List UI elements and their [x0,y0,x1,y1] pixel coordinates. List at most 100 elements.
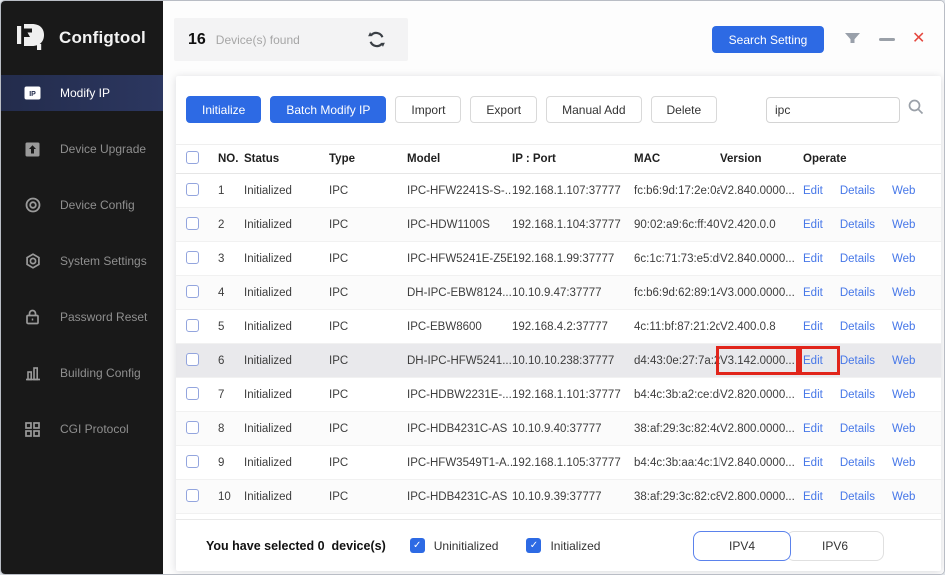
ipv6-tab[interactable]: IPV6 [786,531,884,561]
row-checkbox[interactable] [186,183,199,196]
batch-modify-ip-button[interactable]: Batch Modify IP [270,96,386,123]
edit-link[interactable]: Edit [803,219,823,231]
sidebar-item-label: Device Upgrade [60,142,146,156]
web-link[interactable]: Web [892,287,915,299]
details-link[interactable]: Details [840,457,875,469]
edit-link[interactable]: Edit [803,355,823,367]
sidebar-item-password-reset[interactable]: Password Reset [1,299,163,335]
app-logo-row: Configtool [1,1,163,75]
row-mac: b4:4c:3b:a2:ce:dd [634,389,720,401]
row-status: Initialized [244,355,329,367]
web-link[interactable]: Web [892,389,915,401]
search-setting-button[interactable]: Search Setting [712,26,824,53]
row-model: IPC-HDB4231C-AS [407,491,512,503]
table-row[interactable]: 6 Initialized IPC DH-IPC-HFW5241... 10.1… [176,344,941,378]
row-number: 10 [209,491,244,503]
row-status: Initialized [244,253,329,265]
initialized-checkbox[interactable]: ✓ [526,538,541,553]
row-version: V2.820.0000... [720,389,798,401]
row-type: IPC [329,287,407,299]
sidebar-item-label: CGI Protocol [60,422,129,436]
details-link[interactable]: Details [840,219,875,231]
edit-link[interactable]: Edit [803,389,823,401]
minimize-icon[interactable] [879,38,895,41]
edit-link[interactable]: Edit [803,457,823,469]
initialize-button[interactable]: Initialize [186,96,261,123]
close-icon[interactable]: ✕ [912,28,925,48]
row-checkbox[interactable] [186,319,199,332]
row-version: V2.840.0000... [720,457,798,469]
table-row[interactable]: 3 Initialized IPC IPC-HFW5241E-Z5E 192.1… [176,242,941,276]
web-link[interactable]: Web [892,253,915,265]
web-link[interactable]: Web [892,321,915,333]
row-checkbox[interactable] [186,251,199,264]
uninitialized-checkbox[interactable]: ✓ [410,538,425,553]
password-reset-lock-icon [24,309,41,326]
row-checkbox[interactable] [186,387,199,400]
import-button[interactable]: Import [395,96,461,123]
select-all-checkbox[interactable] [186,151,199,164]
filter-dropdown-icon[interactable] [844,32,861,50]
row-mac: fc:b6:9d:62:89:14 [634,287,720,299]
row-mac: 38:af:29:3c:82:4d [634,423,720,435]
sidebar-item-system-settings[interactable]: System Settings [1,243,163,279]
web-link[interactable]: Web [892,219,915,231]
web-link[interactable]: Web [892,491,915,503]
details-link[interactable]: Details [840,253,875,265]
sidebar-item-cgi-protocol[interactable]: CGI Protocol [1,411,163,447]
table-row[interactable]: 7 Initialized IPC IPC-HDBW2231E-... 192.… [176,378,941,412]
sidebar-item-building-config[interactable]: Building Config [1,355,163,391]
row-version: V2.840.0000... [720,253,798,265]
export-button[interactable]: Export [470,96,537,123]
row-checkbox[interactable] [186,455,199,468]
row-ip-port: 192.168.1.101:37777 [512,389,634,401]
row-checkbox[interactable] [186,421,199,434]
edit-link[interactable]: Edit [803,423,823,435]
details-link[interactable]: Details [840,423,875,435]
table-row[interactable]: 9 Initialized IPC IPC-HFW3549T1-A... 192… [176,446,941,480]
row-type: IPC [329,389,407,401]
table-row[interactable]: 4 Initialized IPC DH-IPC-EBW8124... 10.1… [176,276,941,310]
row-ip-port: 10.10.9.39:37777 [512,491,634,503]
details-link[interactable]: Details [840,321,875,333]
row-status: Initialized [244,219,329,231]
edit-link[interactable]: Edit [803,321,823,333]
manual-add-button[interactable]: Manual Add [546,96,641,123]
table-row[interactable]: 8 Initialized IPC IPC-HDB4231C-AS 10.10.… [176,412,941,446]
sidebar-menu: IP Modify IP Device Upgrade Device Confi… [1,75,163,447]
edit-link[interactable]: Edit [803,491,823,503]
row-checkbox[interactable] [186,285,199,298]
edit-link[interactable]: Edit [803,253,823,265]
table-row[interactable]: 10 Initialized IPC IPC-HDB4231C-AS 10.10… [176,480,941,514]
web-link[interactable]: Web [892,355,915,367]
refresh-icon[interactable] [367,30,386,49]
sidebar-item-device-config[interactable]: Device Config [1,187,163,223]
search-icon[interactable] [907,98,925,121]
details-link[interactable]: Details [840,355,875,367]
web-link[interactable]: Web [892,185,915,197]
sidebar-item-modify-ip[interactable]: IP Modify IP [1,75,163,111]
web-link[interactable]: Web [892,423,915,435]
ipv4-tab[interactable]: IPV4 [693,531,791,561]
edit-link[interactable]: Edit [803,287,823,299]
row-status: Initialized [244,423,329,435]
delete-button[interactable]: Delete [651,96,718,123]
edit-link[interactable]: Edit [803,185,823,197]
sidebar-item-label: Password Reset [60,310,147,324]
table-row[interactable]: 2 Initialized IPC IPC-HDW1100S 192.168.1… [176,208,941,242]
row-checkbox[interactable] [186,217,199,230]
row-version: V2.840.0000... [720,185,798,197]
search-input[interactable] [766,97,900,123]
table-row[interactable]: 5 Initialized IPC IPC-EBW8600 192.168.4.… [176,310,941,344]
details-link[interactable]: Details [840,287,875,299]
sidebar-item-device-upgrade[interactable]: Device Upgrade [1,131,163,167]
web-link[interactable]: Web [892,457,915,469]
sidebar-item-label: Modify IP [60,86,110,100]
row-checkbox[interactable] [186,353,199,366]
details-link[interactable]: Details [840,491,875,503]
row-mac: fc:b6:9d:17:2e:0a [634,185,720,197]
details-link[interactable]: Details [840,389,875,401]
table-row[interactable]: 1 Initialized IPC IPC-HFW2241S-S-... 192… [176,174,941,208]
row-checkbox[interactable] [186,489,199,502]
details-link[interactable]: Details [840,185,875,197]
